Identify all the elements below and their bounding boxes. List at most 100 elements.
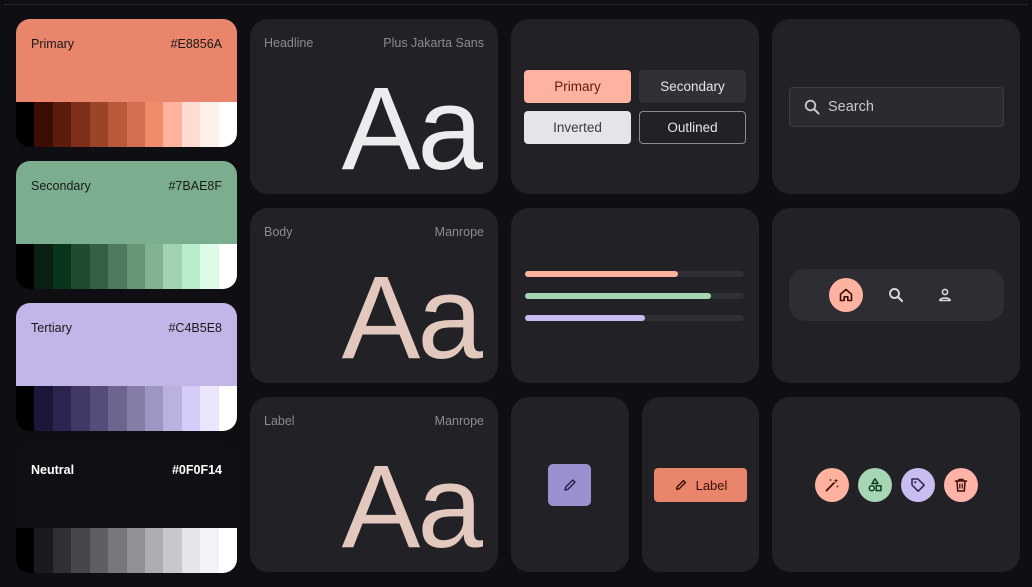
- search-placeholder: Search: [828, 99, 874, 115]
- tone-chip: [163, 102, 182, 147]
- tone-chip: [108, 244, 127, 289]
- typography-label: Label: [264, 414, 295, 428]
- swatch-name: Tertiary: [31, 321, 72, 335]
- tone-chip: [89, 244, 109, 289]
- primary-button[interactable]: Primary: [524, 70, 631, 103]
- swatch-name: Primary: [31, 37, 75, 51]
- tone-chip: [126, 244, 145, 289]
- progress-fill: [525, 315, 646, 321]
- tone-chip: [200, 386, 219, 431]
- tone-chip: [34, 528, 53, 573]
- typography-sample: Aa: [341, 252, 483, 383]
- tone-chip: [16, 244, 35, 289]
- tone-chip: [16, 528, 35, 573]
- tone-chip: [218, 102, 237, 147]
- tone-chip: [200, 244, 219, 289]
- typography-sample: Aa: [341, 441, 483, 572]
- nav-profile[interactable]: [928, 278, 962, 312]
- tonal-palette: [16, 244, 237, 289]
- tone-chip: [218, 528, 237, 573]
- swatch-hex: #7BAE8F: [168, 179, 222, 193]
- tone-chip: [144, 386, 164, 431]
- swatch-hex: #E8856A: [170, 37, 222, 51]
- tone-chip: [89, 102, 109, 147]
- navigation-card: [772, 208, 1020, 383]
- tone-chip: [16, 102, 35, 147]
- tag-icon: [911, 478, 925, 492]
- typography-body-card: Body Manrope Aa: [250, 208, 498, 383]
- tonal-palette: [16, 386, 237, 431]
- icon-buttons-card: [772, 397, 1020, 572]
- delete-button[interactable]: [944, 468, 978, 502]
- tone-chip: [163, 244, 182, 289]
- typography-headline-card: Headline Plus Jakarta Sans Aa: [250, 19, 498, 194]
- tone-chip: [71, 528, 90, 573]
- typography-font-name: Plus Jakarta Sans: [383, 36, 484, 50]
- progress-card: [511, 208, 759, 383]
- tone-chip: [52, 386, 72, 431]
- progress-fill: [525, 271, 679, 277]
- swatch-hex: #0F0F14: [171, 463, 222, 477]
- shapes-button[interactable]: [858, 468, 892, 502]
- nav-home[interactable]: [829, 278, 863, 312]
- tone-chip: [108, 386, 127, 431]
- magic-wand-button[interactable]: [815, 468, 849, 502]
- tone-chip: [52, 528, 72, 573]
- tonal-palette: [16, 528, 237, 573]
- tone-chip: [218, 386, 237, 431]
- tone-chip: [89, 386, 109, 431]
- search-icon: [804, 99, 820, 115]
- tone-chip: [163, 386, 182, 431]
- tone-chip: [89, 528, 109, 573]
- tone-chip: [181, 102, 201, 147]
- swatch-base: Tertiary #C4B5E8: [16, 303, 237, 386]
- color-swatch-secondary: Secondary #7BAE8F: [16, 161, 237, 289]
- tonal-palette: [16, 102, 237, 147]
- tag-button[interactable]: [901, 468, 935, 502]
- magic-wand-icon: [825, 478, 839, 492]
- tone-chip: [218, 244, 237, 289]
- search-input[interactable]: Search: [789, 87, 1004, 127]
- typography-sample: Aa: [341, 63, 483, 194]
- fab-card: [511, 397, 629, 572]
- tone-chip: [34, 102, 53, 147]
- pencil-icon: [563, 479, 576, 491]
- tone-chip: [108, 102, 127, 147]
- chip-label: Label: [695, 477, 728, 493]
- tone-chip: [126, 102, 145, 147]
- tone-chip: [181, 244, 201, 289]
- color-swatch-primary: Primary #E8856A: [16, 19, 237, 147]
- home-icon: [839, 288, 853, 302]
- swatch-base: Neutral #0F0F14: [16, 445, 237, 528]
- color-swatch-tertiary: Tertiary #C4B5E8: [16, 303, 237, 431]
- tone-chip: [108, 528, 127, 573]
- tone-chip: [71, 102, 90, 147]
- color-swatch-neutral: Neutral #0F0F14: [16, 445, 237, 573]
- typography-font-name: Manrope: [434, 225, 484, 239]
- navigation-bar: [789, 269, 1004, 321]
- progress-bar: [525, 315, 744, 321]
- nav-search[interactable]: [879, 278, 913, 312]
- secondary-button[interactable]: Secondary: [639, 70, 746, 103]
- shapes-icon: [868, 478, 882, 492]
- tone-chip: [181, 528, 201, 573]
- progress-bar: [525, 293, 744, 299]
- label-chip[interactable]: Label: [654, 468, 747, 502]
- swatch-name: Neutral: [31, 463, 75, 477]
- tone-chip: [52, 244, 72, 289]
- tone-chip: [144, 244, 164, 289]
- tone-chip: [144, 102, 164, 147]
- tone-chip: [34, 244, 53, 289]
- tone-chip: [34, 386, 53, 431]
- tone-chip: [52, 102, 72, 147]
- inverted-button[interactable]: Inverted: [524, 111, 631, 144]
- outlined-button[interactable]: Outlined: [639, 111, 746, 144]
- swatch-base: Secondary #7BAE8F: [16, 161, 237, 244]
- edit-fab[interactable]: [548, 464, 591, 506]
- swatch-hex: #C4B5E8: [168, 321, 222, 335]
- tone-chip: [144, 528, 164, 573]
- swatch-base: Primary #E8856A: [16, 19, 237, 102]
- swatch-name: Secondary: [31, 179, 91, 193]
- buttons-card: Primary Secondary Inverted Outlined: [511, 19, 759, 194]
- person-icon: [939, 288, 951, 302]
